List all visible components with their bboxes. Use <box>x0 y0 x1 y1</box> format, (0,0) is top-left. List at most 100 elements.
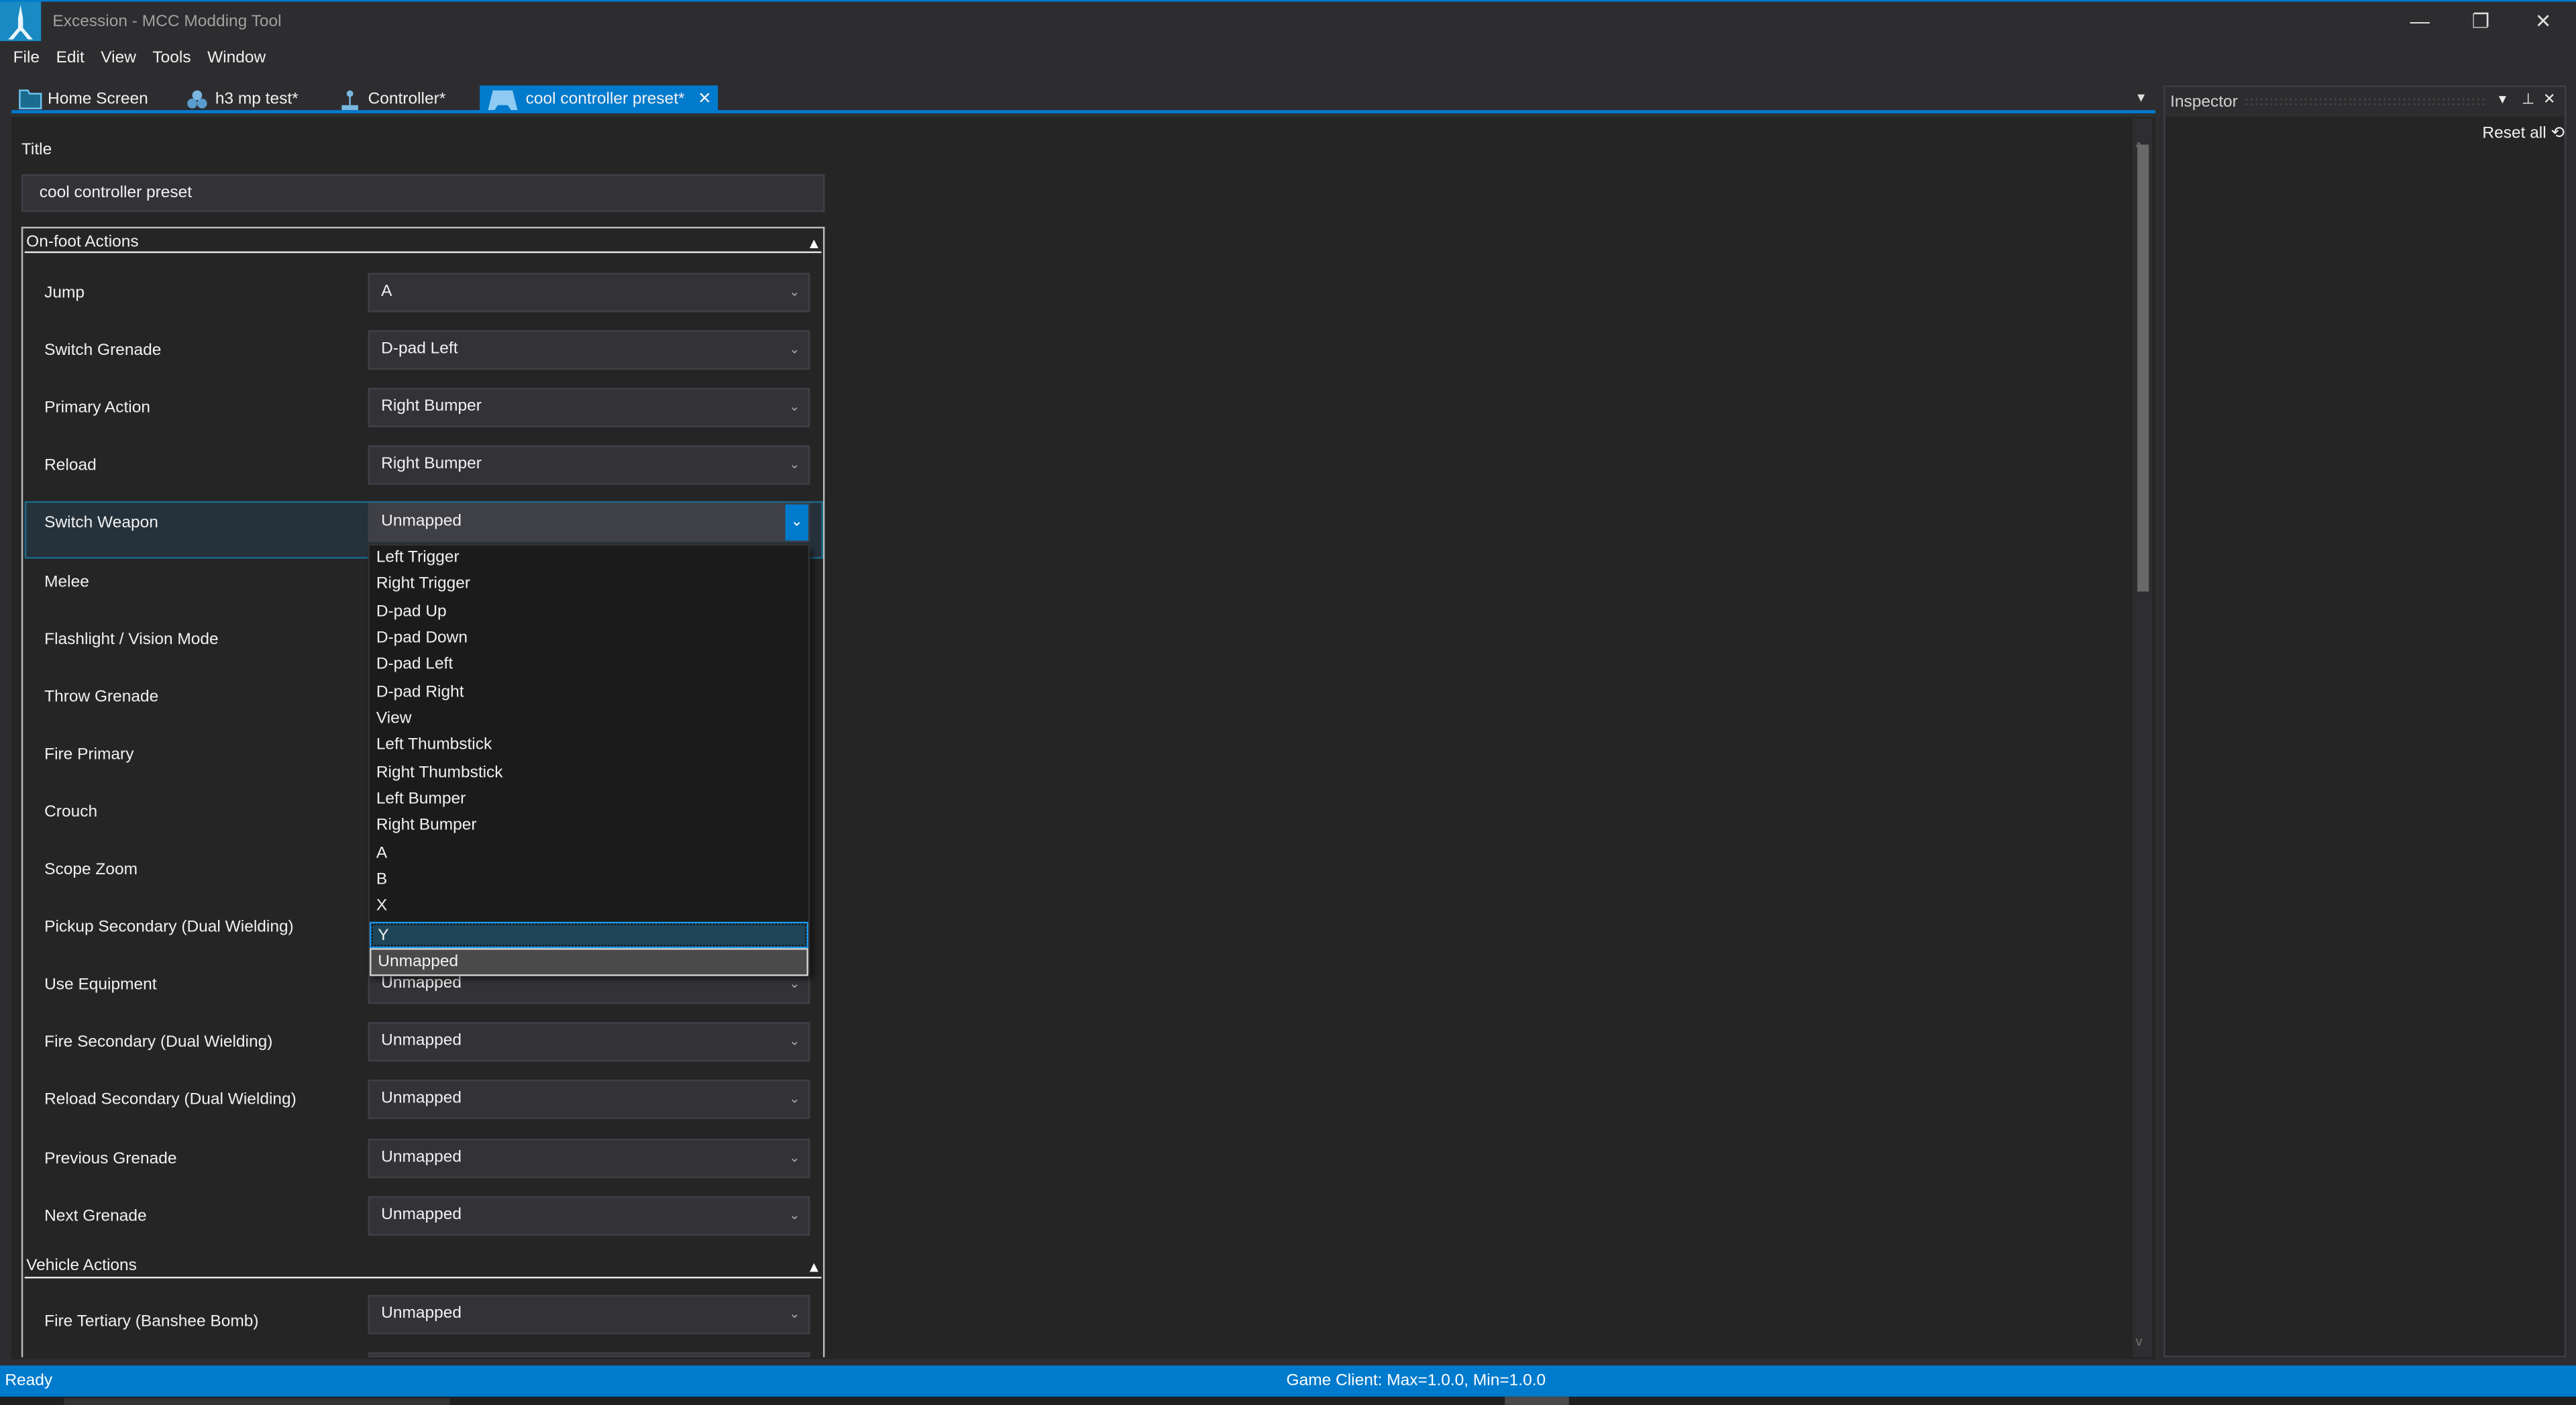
chevron-down-icon[interactable]: ⌄ <box>789 1082 800 1118</box>
binding-combo-switch-grenade[interactable]: D-pad Left ⌄ <box>368 330 810 370</box>
vehicle-actions-header[interactable]: Vehicle Actions <box>26 1257 137 1275</box>
row-label-next-grenade: Next Grenade <box>44 1207 147 1225</box>
tab-h3-mp-test[interactable]: h3 mp test* <box>179 85 305 111</box>
binding-combo-primary-action[interactable]: Right Bumper ⌄ <box>368 388 810 428</box>
dropdown-option-d-pad-left[interactable]: D-pad Left <box>370 653 808 680</box>
combo-partial[interactable] <box>368 1352 810 1357</box>
dropdown-option-d-pad-down[interactable]: D-pad Down <box>370 626 808 653</box>
tab-label: Home Screen <box>48 89 148 108</box>
scroll-up-icon[interactable]: ^ <box>2136 140 2142 154</box>
menu-view[interactable]: View <box>93 49 144 67</box>
binding-combo-fire-tertiary-banshee-bomb[interactable]: Unmapped ⌄ <box>368 1294 810 1335</box>
scroll-down-icon[interactable]: v <box>2136 1335 2143 1349</box>
chevron-down-icon[interactable]: ⌄ <box>789 332 800 368</box>
dropdown-option-x[interactable]: X <box>370 894 808 921</box>
row-label-switch-weapon: Switch Weapon <box>44 515 158 533</box>
menu-window[interactable]: Window <box>199 49 274 67</box>
combo-value: D-pad Left <box>381 340 458 359</box>
combo-value: Right Bumper <box>381 456 482 474</box>
tab-underline <box>11 110 2156 113</box>
dropdown-option-y[interactable]: Y <box>370 921 808 949</box>
binding-combo-jump[interactable]: A ⌄ <box>368 272 810 313</box>
taskbar-item[interactable] <box>64 1398 451 1405</box>
combo-value: Unmapped <box>381 1304 462 1323</box>
taskbar-item[interactable] <box>1505 1396 1569 1405</box>
window-title: Excession - MCC Modding Tool <box>52 13 282 32</box>
row-label-fire-primary: Fire Primary <box>44 745 134 764</box>
menu-bar: File Edit View Tools Window <box>5 49 274 67</box>
menu-edit[interactable]: Edit <box>48 49 93 67</box>
combo-value: Unmapped <box>381 1090 462 1108</box>
row-label-reload-secondary-dual-wielding: Reload Secondary (Dual Wielding) <box>44 1092 297 1110</box>
row-label-fire-tertiary-banshee-bomb: Fire Tertiary (Banshee Bomb) <box>44 1312 259 1331</box>
chevron-down-icon[interactable]: ⌄ <box>789 1197 800 1233</box>
dropdown-option-right-trigger[interactable]: Right Trigger <box>370 572 808 599</box>
row-label-throw-grenade: Throw Grenade <box>44 688 159 707</box>
app-window: Excession - MCC Modding Tool — ❐ ✕ File … <box>0 0 2576 1405</box>
dropdown-option-b[interactable]: B <box>370 868 808 894</box>
dropdown-option-a[interactable]: A <box>370 841 808 868</box>
minimize-button[interactable]: — <box>2399 7 2442 36</box>
menu-file[interactable]: File <box>5 49 48 67</box>
close-window-button[interactable]: ✕ <box>2522 7 2565 36</box>
tab-home-screen[interactable]: Home Screen <box>11 85 154 111</box>
title-input[interactable]: cool controller preset <box>21 174 825 212</box>
app-logo-icon <box>0 1 42 42</box>
game-client-version: Game Client: Max=1.0.0, Min=1.0.0 <box>1286 1371 1546 1390</box>
scrollbar-thumb[interactable] <box>2137 144 2149 592</box>
header-divider <box>24 251 822 254</box>
drag-grip[interactable] <box>2244 97 2487 105</box>
dropdown-option-right-bumper[interactable]: Right Bumper <box>370 814 808 841</box>
folder-icon <box>18 88 42 109</box>
dropdown-option-view[interactable]: View <box>370 707 808 733</box>
binding-combo-previous-grenade[interactable]: Unmapped ⌄ <box>368 1137 810 1178</box>
dropdown-option-unmapped[interactable]: Unmapped <box>370 948 808 976</box>
dropdown-option-left-trigger[interactable]: Left Trigger <box>370 545 808 572</box>
row-label-switch-grenade: Switch Grenade <box>44 342 162 360</box>
close-tab-icon[interactable]: ✕ <box>698 89 712 107</box>
chevron-down-icon[interactable]: ⌄ <box>789 390 800 426</box>
inspector-menu-icon[interactable]: ▾ <box>2499 91 2506 109</box>
chevron-down-icon[interactable]: ⌄ <box>789 448 800 484</box>
combo-value: A <box>381 282 392 301</box>
binding-dropdown-list: Left Trigger Right Trigger D-pad Up D-pad D… <box>368 543 810 976</box>
binding-combo-reload[interactable]: Right Bumper ⌄ <box>368 446 810 486</box>
binding-combo-next-grenade[interactable]: Unmapped ⌄ <box>368 1195 810 1235</box>
inspector-close-icon[interactable]: ✕ <box>2543 91 2555 109</box>
restore-button[interactable]: ❐ <box>2459 7 2502 36</box>
chevron-down-icon[interactable]: ⌄ <box>789 1024 800 1060</box>
menu-tools[interactable]: Tools <box>144 49 199 67</box>
tab-cool-controller-preset[interactable]: cool controller preset* ✕ <box>480 85 718 112</box>
dropdown-option-left-bumper[interactable]: Left Bumper <box>370 787 808 814</box>
dropdown-option-d-pad-right[interactable]: D-pad Right <box>370 680 808 707</box>
row-label-scope-zoom: Scope Zoom <box>44 861 138 880</box>
binding-combo-fire-secondary-dual-wielding[interactable]: Unmapped ⌄ <box>368 1022 810 1062</box>
onfoot-actions-header[interactable]: On-foot Actions <box>26 233 138 252</box>
row-label-melee: Melee <box>44 572 89 591</box>
dropdown-option-right-thumbstick[interactable]: Right Thumbstick <box>370 760 808 787</box>
combo-value: Unmapped <box>381 1032 462 1051</box>
collapse-icon[interactable]: ▲ <box>806 235 821 251</box>
binding-combo-switch-weapon[interactable]: Unmapped <box>368 503 810 543</box>
title-label: Title <box>21 141 52 160</box>
chevron-down-icon[interactable]: ⌄ <box>789 1139 800 1176</box>
combo-value: Unmapped <box>381 1205 462 1224</box>
pin-icon[interactable]: ⊥ <box>2522 91 2534 109</box>
reset-all-button[interactable]: Reset all ⟲ <box>2482 125 2565 143</box>
window-border <box>0 0 2576 2</box>
chevron-down-icon[interactable]: ⌄ <box>785 505 808 541</box>
dropdown-option-left-thumbstick[interactable]: Left Thumbstick <box>370 733 808 760</box>
combo-value: Unmapped <box>381 513 462 531</box>
combo-value: Right Bumper <box>381 398 482 417</box>
collapse-icon[interactable]: ▲ <box>806 1259 821 1275</box>
header-divider <box>24 1276 822 1279</box>
tab-list-dropdown[interactable]: ▾ <box>2137 89 2145 107</box>
tab-controller[interactable]: Controller* <box>332 85 452 111</box>
gamepad-icon <box>486 88 519 109</box>
dropdown-option-d-pad-up[interactable]: D-pad Up <box>370 599 808 626</box>
row-label-use-equipment: Use Equipment <box>44 976 157 995</box>
chevron-down-icon[interactable]: ⌄ <box>789 274 800 311</box>
chevron-down-icon[interactable]: ⌄ <box>789 1296 800 1333</box>
binding-combo-reload-secondary-dual-wielding[interactable]: Unmapped ⌄ <box>368 1080 810 1120</box>
inspector-panel <box>2163 85 2567 1357</box>
